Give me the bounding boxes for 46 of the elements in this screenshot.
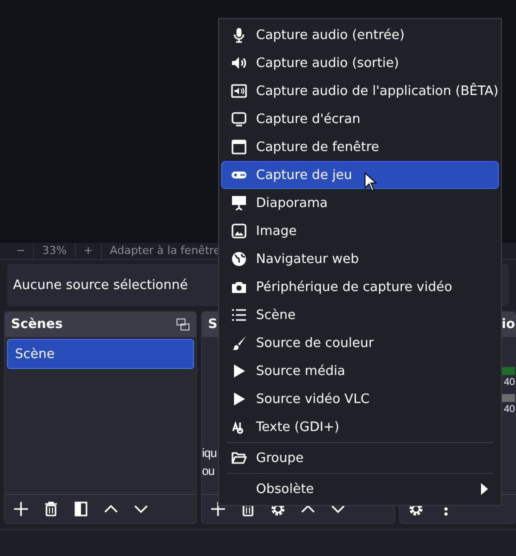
menu-item-label: Source de couleur — [256, 336, 374, 350]
menu-item[interactable]: Source vidéo VLC — [221, 385, 499, 413]
menu-item[interactable]: Groupe — [221, 444, 499, 472]
menu-item-label: Source vidéo VLC — [256, 392, 370, 406]
scene-item[interactable]: Scène — [7, 339, 194, 369]
zoom-level: 33% — [34, 243, 76, 259]
menu-item-label: Source média — [256, 364, 346, 378]
menu-item-label: Image — [256, 224, 297, 238]
menu-item-label: Capture d'écran — [256, 112, 360, 126]
menu-item-label: Groupe — [256, 450, 304, 466]
menu-item-label: Capture audio (entrée) — [256, 28, 405, 42]
menu-item[interactable]: Capture d'écran — [221, 105, 499, 133]
meter-reading: 40 — [504, 377, 515, 388]
panel-title: S — [208, 317, 218, 332]
menu-item[interactable]: Diaporama — [221, 189, 499, 217]
menu-item-label: Capture audio de l'application (BÊTA) — [256, 84, 498, 98]
meter-reading: 40 — [504, 404, 515, 415]
zoom-in-button[interactable]: + — [76, 243, 102, 259]
menu-item-label: Capture de fenêtre — [256, 140, 380, 154]
menu-item[interactable]: Capture audio (entrée) — [221, 21, 499, 49]
menu-item-label: Capture audio (sortie) — [256, 56, 399, 70]
menu-item[interactable]: Périphérique de capture vidéo — [221, 273, 499, 301]
no-source-label: Aucune source sélectionné — [13, 278, 188, 292]
menu-item-label: Obsolète — [256, 482, 314, 496]
menu-item[interactable]: Scène — [221, 301, 499, 329]
menu-item[interactable]: Navigateur web — [221, 245, 499, 273]
text-fragment: iqu — [202, 445, 217, 462]
menu-item[interactable]: Source média — [221, 357, 499, 385]
zoom-out-button[interactable]: − — [8, 243, 34, 259]
menu-item[interactable]: Source de couleur — [221, 329, 499, 357]
menu-item[interactable]: Image — [221, 217, 499, 245]
menu-item-label: Diaporama — [256, 196, 328, 210]
menu-item[interactable]: Capture audio de l'application (BÊTA) — [221, 77, 499, 105]
panel-title: Scènes — [11, 317, 63, 332]
panel-title: io — [502, 317, 515, 332]
menu-item[interactable]: Capture de fenêtre — [221, 133, 499, 161]
menu-item-label: Scène — [256, 308, 296, 322]
menu-item[interactable]: Texte (GDI+) — [221, 413, 499, 441]
menu-item-label: Périphérique de capture vidéo — [256, 280, 452, 294]
menu-item-label: Navigateur web — [256, 252, 359, 266]
menu-item-label: Texte (GDI+) — [256, 420, 340, 434]
text-fragment: ou — [202, 463, 214, 480]
menu-item[interactable]: Obsolète — [221, 475, 499, 503]
menu-item-label: Capture de jeu — [256, 168, 352, 182]
menu-item[interactable]: Capture audio (sortie) — [221, 49, 499, 77]
menu-item[interactable]: Capture de jeu — [221, 161, 499, 189]
